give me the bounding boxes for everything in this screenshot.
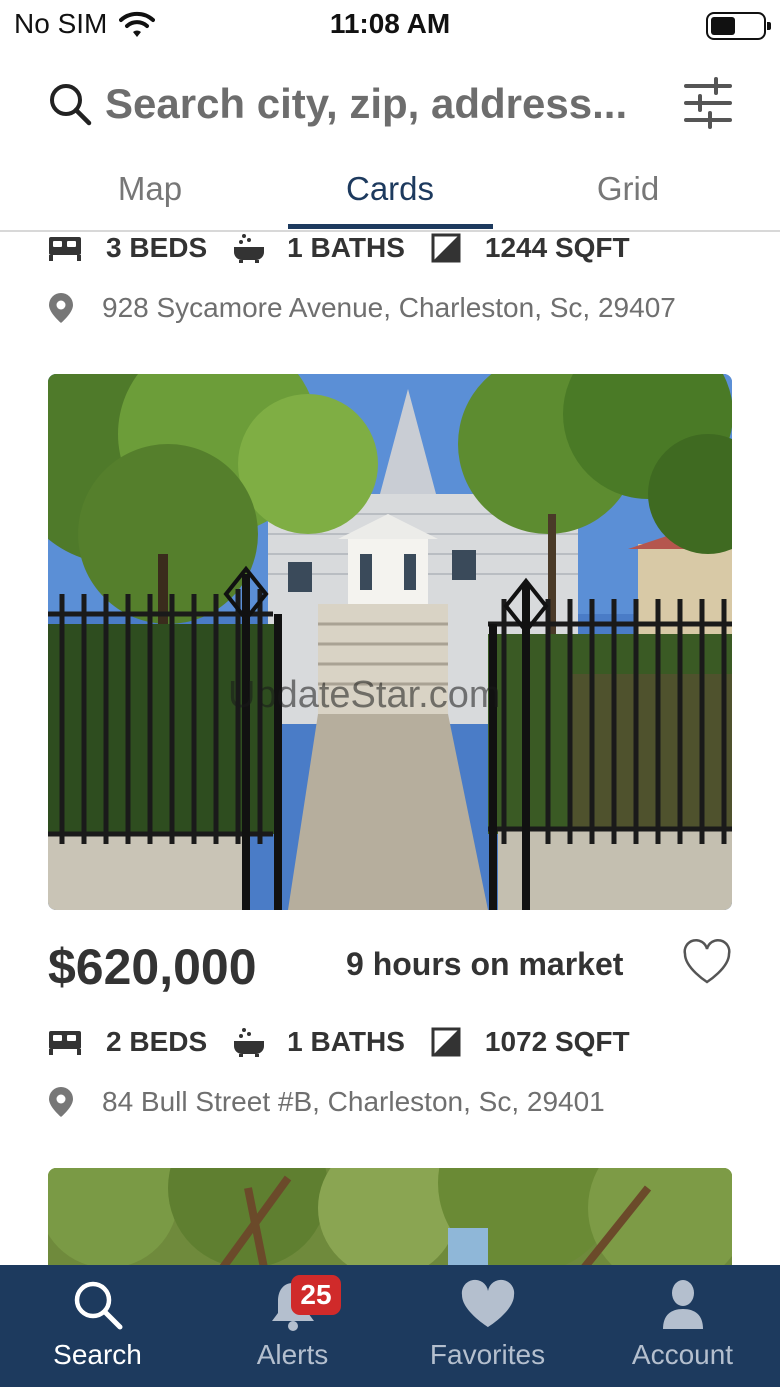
location-pin-icon xyxy=(49,293,73,323)
active-tab-indicator xyxy=(288,224,493,229)
search-input[interactable] xyxy=(105,74,665,134)
sqft-label: 1072 SQFT xyxy=(484,1026,630,1057)
tree-photo xyxy=(48,1168,732,1265)
photo-watermark: UpdateStar.com xyxy=(228,674,501,716)
listing-address: 84 Bull Street #B, Charleston, Sc, 29401 xyxy=(48,1082,605,1122)
beds-label: 3 BEDS xyxy=(106,232,208,263)
nav-account[interactable]: Account xyxy=(585,1265,780,1387)
listings-feed[interactable]: 3 BEDS 1 BATHS 1244 SQFT 928 Sycamore Av… xyxy=(0,232,780,1265)
search-icon xyxy=(74,1281,122,1330)
area-icon xyxy=(431,233,461,263)
listing-photo[interactable]: UpdateStar.com xyxy=(48,374,732,910)
bed-icon xyxy=(49,1031,81,1055)
tab-grid[interactable]: Grid xyxy=(508,170,748,208)
baths-label: 1 BATHS xyxy=(287,1026,405,1057)
time-on-market: 9 hours on market xyxy=(346,946,624,982)
status-bar: No SIM 11:08 AM xyxy=(0,0,780,52)
alerts-badge: 25 xyxy=(291,1275,341,1315)
address-text: 84 Bull Street #B, Charleston, Sc, 29401 xyxy=(102,1086,605,1117)
location-pin-icon xyxy=(49,1087,73,1117)
house-photo xyxy=(48,374,732,910)
beds-stat: 3 BEDS xyxy=(48,232,207,264)
nav-label: Favorites xyxy=(429,1339,546,1370)
baths-stat: 1 BATHS xyxy=(233,1026,405,1058)
nav-search[interactable]: Search xyxy=(0,1265,195,1387)
listing-address: 928 Sycamore Avenue, Charleston, Sc, 294… xyxy=(48,288,676,328)
listing-price-row: $620,000 9 hours on market xyxy=(48,938,732,998)
view-tabs: Map Cards Grid xyxy=(0,150,780,232)
tab-cards[interactable]: Cards xyxy=(270,170,510,208)
listing-stats: 3 BEDS 1 BATHS 1244 SQFT xyxy=(48,232,630,268)
tab-map[interactable]: Map xyxy=(30,170,270,208)
sqft-stat: 1072 SQFT xyxy=(431,1026,630,1058)
person-icon xyxy=(662,1280,703,1329)
search-bar xyxy=(0,70,780,140)
listing-price: $620,000 xyxy=(48,939,257,995)
heart-icon xyxy=(461,1279,514,1327)
beds-stat: 2 BEDS xyxy=(48,1026,207,1058)
nav-label: Account xyxy=(631,1339,734,1370)
area-icon xyxy=(431,1027,461,1057)
nav-alerts[interactable]: 25 Alerts xyxy=(195,1265,390,1387)
bathtub-icon xyxy=(234,1028,265,1057)
listing-stats: 2 BEDS 1 BATHS 1072 SQFT xyxy=(48,1022,630,1062)
battery-icon xyxy=(706,12,771,40)
nav-label: Alerts xyxy=(256,1339,329,1370)
clock: 11:08 AM xyxy=(329,8,451,39)
address-text: 928 Sycamore Avenue, Charleston, Sc, 294… xyxy=(102,292,676,323)
favorite-heart-icon[interactable] xyxy=(682,938,732,988)
beds-label: 2 BEDS xyxy=(106,1026,208,1057)
listing-photo[interactable] xyxy=(48,1168,732,1265)
sqft-stat: 1244 SQFT xyxy=(431,232,630,264)
bottom-tab-bar: Search 25 Alerts Favorites Account xyxy=(0,1265,780,1387)
baths-label: 1 BATHS xyxy=(287,232,405,263)
bathtub-icon xyxy=(234,234,265,263)
bed-icon xyxy=(49,237,81,261)
sqft-label: 1244 SQFT xyxy=(484,232,630,263)
baths-stat: 1 BATHS xyxy=(233,232,405,264)
nav-favorites[interactable]: Favorites xyxy=(390,1265,585,1387)
nav-label: Search xyxy=(53,1339,142,1370)
filter-sliders-icon[interactable] xyxy=(684,76,732,130)
search-icon xyxy=(50,84,92,126)
